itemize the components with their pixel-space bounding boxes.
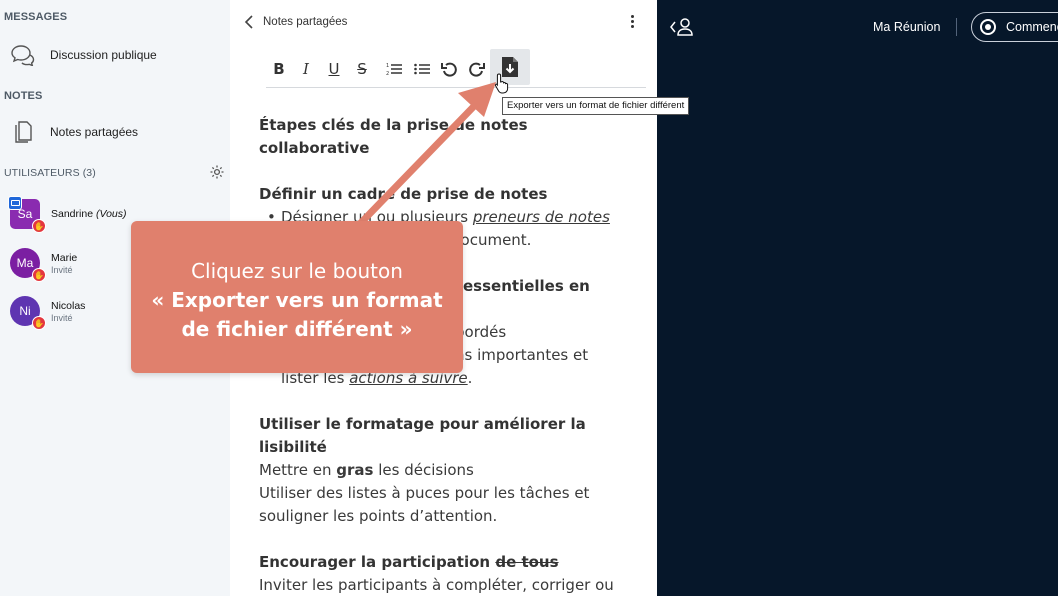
ordered-list-icon: 12 xyxy=(386,63,402,76)
doc-paragraph: Mettre en gras les décisions xyxy=(259,461,474,479)
more-options-icon[interactable] xyxy=(628,13,636,31)
doc-heading: Définir un cadre de prise de notes xyxy=(259,185,548,203)
doc-heading-cont: collaborative xyxy=(259,139,370,157)
notes-title: Notes partagées xyxy=(263,16,348,28)
svg-text:1: 1 xyxy=(386,63,389,69)
redo-icon xyxy=(469,62,485,77)
callout-line: de fichier différent » xyxy=(181,317,413,341)
toggle-user-list-icon[interactable] xyxy=(669,16,695,38)
undo-button[interactable] xyxy=(438,58,460,80)
notes-document-icon xyxy=(10,119,36,145)
editor-toolbar: B I U S 12 xyxy=(266,49,646,88)
bold-button[interactable]: B xyxy=(268,58,290,80)
notes-header: Notes partagées xyxy=(230,0,657,44)
doc-heading: Étapes clés de la prise de notes xyxy=(259,116,528,134)
strikethrough-button[interactable]: S xyxy=(351,58,373,80)
raised-hand-icon: ✋ xyxy=(32,268,46,282)
raised-hand-icon: ✋ xyxy=(32,219,46,233)
doc-paragraph-cont: souligner les points d’attention. xyxy=(259,507,498,525)
shared-notes-item[interactable]: Notes partagées xyxy=(10,118,210,146)
shared-notes-label: Notes partagées xyxy=(50,125,139,139)
raised-hand-icon: ✋ xyxy=(32,316,46,330)
callout-line: Cliquez sur le bouton xyxy=(191,259,403,283)
divider xyxy=(956,18,957,36)
user-name: Nicolas xyxy=(51,300,86,312)
doc-heading-cont: lisibilité xyxy=(259,438,327,456)
chat-bubbles-icon xyxy=(10,42,36,68)
tutorial-callout: Cliquez sur le bouton « Exporter vers un… xyxy=(131,221,463,373)
doc-heading: Utiliser le formatage pour améliorer la xyxy=(259,415,586,433)
meeting-area: Ma Réunion Commencer l'enregistrement xyxy=(657,0,1058,596)
messages-section-title: MESSAGES xyxy=(4,11,68,23)
hand-cursor-icon xyxy=(494,73,509,94)
callout-line: « Exporter vers un format xyxy=(151,288,443,312)
bullet-list-button[interactable] xyxy=(411,58,433,80)
doc-link[interactable]: preneurs de notes xyxy=(473,208,610,226)
user-name: Marie xyxy=(51,252,78,264)
underline-button[interactable]: U xyxy=(323,58,345,80)
redo-button[interactable] xyxy=(466,58,488,80)
user-name: Sandrine (Vous) xyxy=(51,208,127,220)
start-recording-button[interactable]: Commencer l'enregistrement xyxy=(971,12,1058,42)
record-icon xyxy=(980,19,996,35)
users-section-title: UTILISATEURS (3) xyxy=(4,167,96,179)
user-role: Invité xyxy=(51,265,73,275)
meeting-title: Ma Réunion xyxy=(873,20,941,34)
gear-icon[interactable] xyxy=(209,164,225,180)
notes-section-title: NOTES xyxy=(4,90,43,102)
export-tooltip: Exporter vers un format de fichier diffé… xyxy=(502,97,690,115)
start-recording-label: Commencer l'enregistrement xyxy=(1006,20,1058,34)
ordered-list-button[interactable]: 12 xyxy=(383,58,405,80)
doc-paragraph: Utiliser des listes à puces pour les tâc… xyxy=(259,484,590,502)
presenter-chat-icon xyxy=(8,196,22,210)
public-chat-label: Discussion publique xyxy=(50,48,157,62)
bullet-list-icon xyxy=(414,63,430,75)
italic-button[interactable]: I xyxy=(295,58,317,80)
svg-text:2: 2 xyxy=(386,71,389,76)
chevron-left-icon[interactable] xyxy=(242,13,256,31)
undo-icon xyxy=(441,62,457,77)
public-chat-item[interactable]: Discussion publique xyxy=(10,41,210,69)
user-role: Invité xyxy=(51,313,73,323)
doc-paragraph: Inviter les participants à compléter, co… xyxy=(259,576,614,594)
doc-heading: Encourager la participation de tous xyxy=(259,553,559,571)
